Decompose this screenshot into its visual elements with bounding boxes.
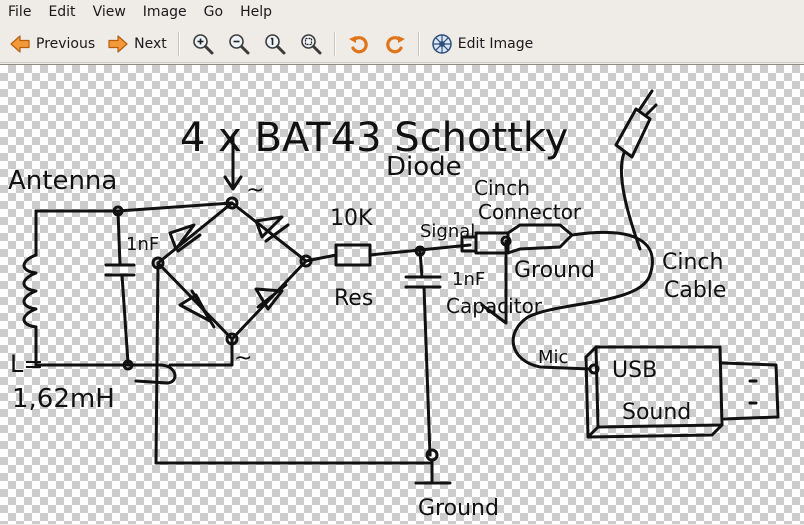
menu-help[interactable]: Help bbox=[232, 0, 281, 24]
cap-left-label: 1nF bbox=[126, 234, 159, 255]
title-text: 4 x BAT43 Schottky bbox=[180, 115, 568, 161]
menu-view-label: View bbox=[92, 4, 126, 20]
signal-label: Signal bbox=[420, 221, 475, 242]
zoom-fit-button[interactable] bbox=[293, 28, 329, 60]
wire-top-left bbox=[34, 201, 234, 213]
wire-cap-left-top bbox=[116, 209, 122, 267]
mic-label: Mic bbox=[538, 347, 568, 368]
tilde-top-text: ~ bbox=[246, 178, 264, 203]
arrow-left-icon bbox=[10, 34, 30, 53]
previous-label: Previous bbox=[36, 35, 96, 52]
mic-jack bbox=[588, 363, 600, 375]
arrow-right-icon bbox=[108, 34, 128, 53]
cap-right-label: 1nF bbox=[452, 269, 485, 290]
cable-plug-top bbox=[614, 89, 658, 159]
rotate-left-icon bbox=[348, 35, 368, 53]
zoom-in-button[interactable] bbox=[185, 28, 221, 60]
cinch-connector-label-2: Connector bbox=[478, 200, 582, 224]
cinch-plug bbox=[506, 223, 574, 255]
usb-label: USB bbox=[612, 358, 657, 383]
rotate-left-button[interactable] bbox=[341, 28, 377, 60]
resistor-body bbox=[334, 243, 372, 267]
ground-bottom-label: Ground bbox=[418, 496, 499, 521]
menu-view[interactable]: View bbox=[85, 0, 135, 24]
cinch-connector-label-1: Cinch bbox=[474, 176, 530, 200]
resistor-name-label: Res bbox=[334, 286, 373, 311]
usb-plug-contacts bbox=[748, 379, 758, 405]
zoom-fit-icon bbox=[300, 33, 322, 54]
toolbar: Previous Next Edit Image bbox=[0, 25, 804, 63]
bridge-wires bbox=[156, 201, 308, 341]
inductor-value-label: 1,62mH bbox=[12, 384, 115, 414]
zoom-out-button[interactable] bbox=[221, 28, 257, 60]
menu-bar: File Edit View Image Go Help bbox=[0, 0, 804, 24]
zoom-normal-button[interactable] bbox=[257, 28, 293, 60]
inductor-l-label: L= bbox=[10, 350, 43, 378]
zoom-out-icon bbox=[228, 33, 250, 54]
rotate-right-button[interactable] bbox=[377, 28, 413, 60]
resistor-value-label: 10K bbox=[330, 206, 373, 231]
next-button[interactable]: Next bbox=[101, 28, 173, 60]
menu-go-label: Go bbox=[203, 4, 224, 20]
wire-crossover bbox=[126, 363, 177, 385]
sound-label: Sound bbox=[622, 400, 691, 425]
capacitor-left bbox=[104, 263, 136, 277]
diode-1 bbox=[168, 223, 202, 253]
menu-image-label: Image bbox=[142, 4, 187, 20]
capacitor-right bbox=[404, 249, 442, 457]
toolbar-separator bbox=[333, 31, 336, 56]
wire-ground-left bbox=[154, 261, 434, 465]
menu-file-label: File bbox=[8, 4, 32, 20]
diode-4 bbox=[254, 283, 288, 311]
cinch-cable-label-2: Cable bbox=[664, 278, 726, 303]
edit-image-button[interactable]: Edit Image bbox=[425, 28, 539, 60]
menu-help-label: Help bbox=[240, 4, 272, 20]
usb-plug bbox=[720, 361, 780, 421]
menu-image[interactable]: Image bbox=[135, 0, 196, 24]
tilde-bottom-text: ~ bbox=[234, 346, 252, 371]
toolbar-separator bbox=[417, 31, 420, 56]
wire-bridge-bottom bbox=[168, 337, 234, 367]
diode-2 bbox=[254, 215, 290, 243]
toolbar-separator bbox=[177, 31, 180, 56]
menu-file[interactable]: File bbox=[0, 0, 40, 24]
edit-image-label: Edit Image bbox=[457, 35, 534, 52]
previous-button[interactable]: Previous bbox=[3, 28, 101, 60]
antenna-label: Antenna bbox=[8, 166, 117, 196]
rotate-right-icon bbox=[386, 35, 405, 53]
next-label: Next bbox=[134, 35, 167, 52]
menu-edit[interactable]: Edit bbox=[40, 0, 84, 24]
diode-3 bbox=[178, 289, 216, 329]
wire-cap-left-bottom bbox=[120, 273, 130, 365]
cinch-cable-label-1: Cinch bbox=[662, 250, 723, 275]
title-line2-text: Diode bbox=[386, 152, 462, 182]
ground-right-label: Ground bbox=[514, 258, 595, 283]
edit-image-icon bbox=[432, 33, 452, 54]
menu-go[interactable]: Go bbox=[196, 0, 232, 24]
menu-edit-label: Edit bbox=[48, 4, 76, 20]
wire-left-lower bbox=[34, 325, 132, 367]
inductor-coil bbox=[22, 253, 38, 329]
circuit-sketch-image: 4 x BAT43 Schottky Diode ~ Antenna 1nF L… bbox=[8, 89, 780, 521]
image-viewport[interactable]: 4 x BAT43 Schottky Diode ~ Antenna 1nF L… bbox=[0, 64, 804, 524]
zoom-normal-icon bbox=[264, 33, 286, 54]
zoom-in-icon bbox=[192, 33, 214, 54]
